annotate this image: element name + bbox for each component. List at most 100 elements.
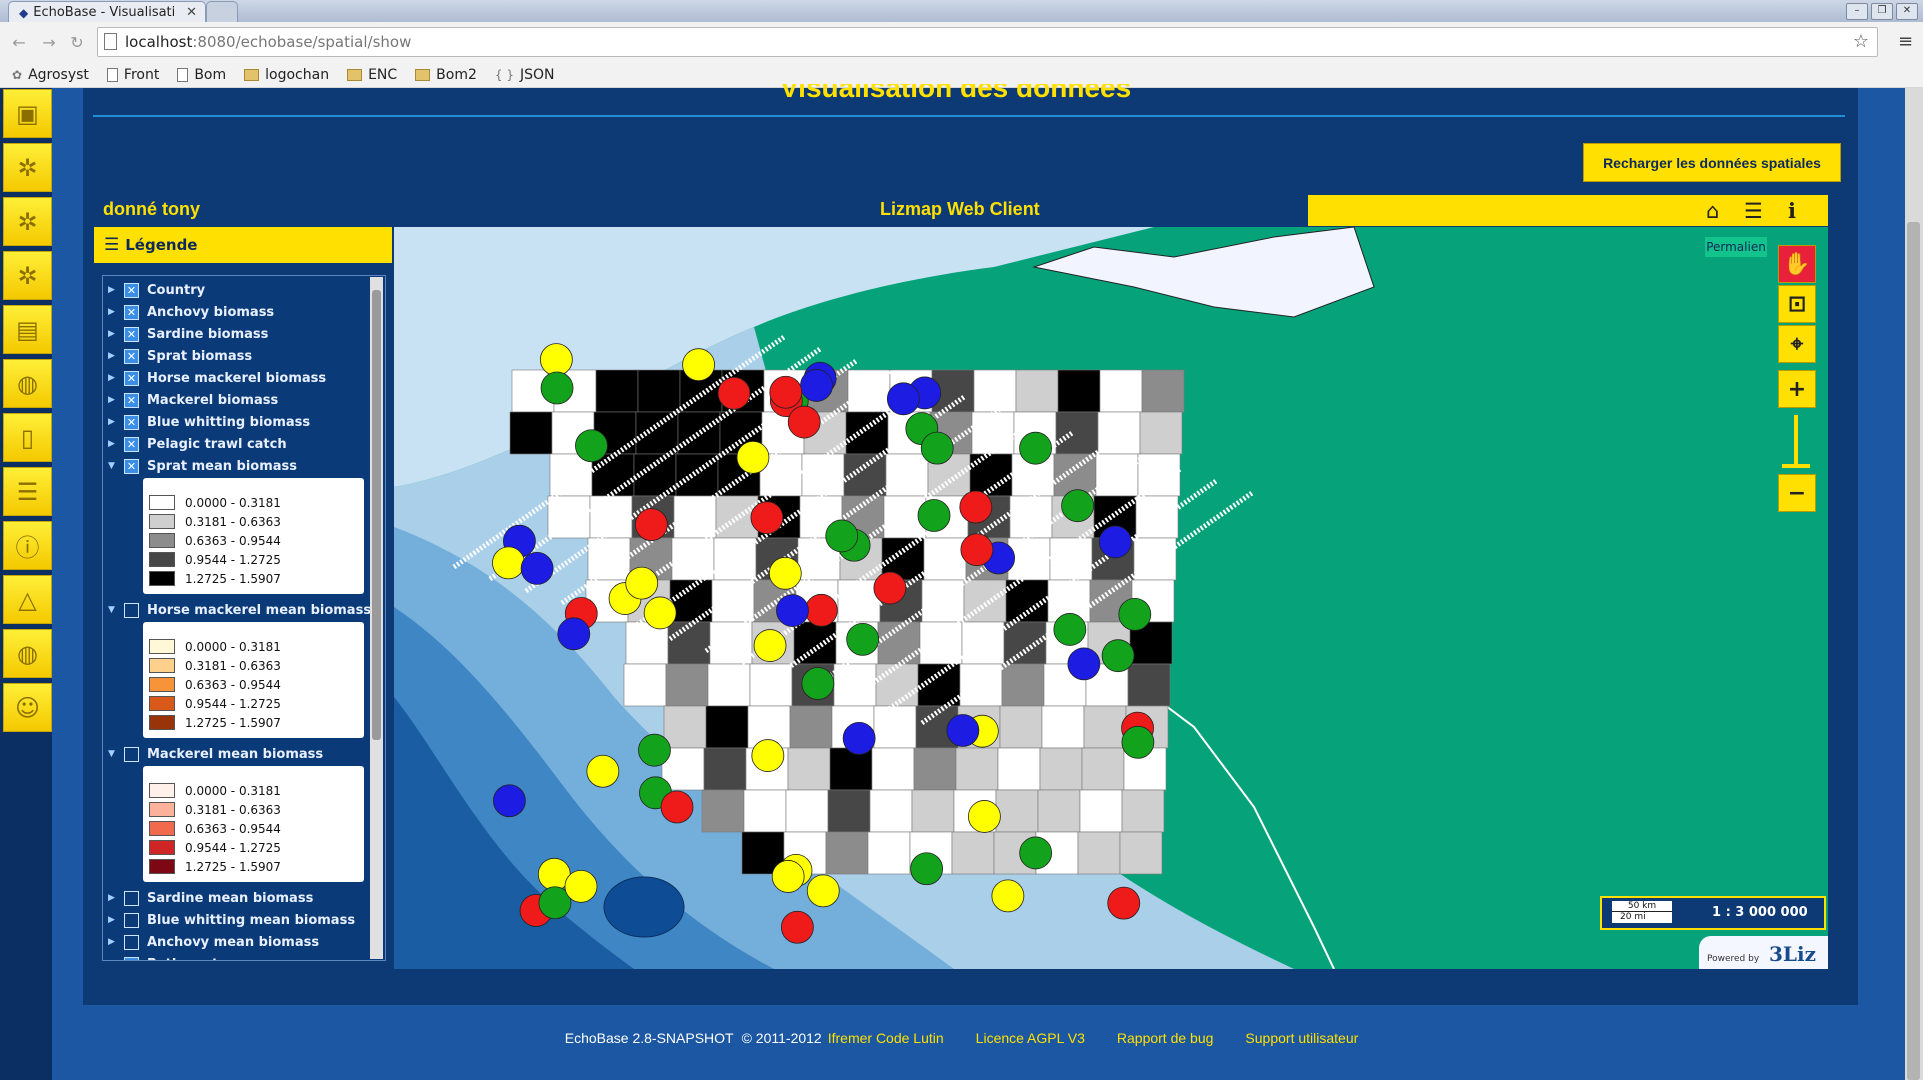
bookmark-star-icon[interactable]: ☆ <box>1853 31 1869 52</box>
catch-pie[interactable] <box>946 714 980 747</box>
catch-pie[interactable] <box>1098 525 1132 559</box>
layer-checkbox[interactable] <box>124 912 139 928</box>
catch-pie[interactable] <box>638 733 671 767</box>
catch-pie[interactable] <box>634 508 668 542</box>
sidebar-globe-icon[interactable]: ◍ <box>3 359 52 408</box>
catch-pie[interactable] <box>825 519 859 553</box>
layers-list-icon[interactable]: ☰ <box>1744 199 1763 223</box>
sidebar-list-icon[interactable]: ☰ <box>3 467 52 516</box>
catch-pie[interactable] <box>717 376 751 410</box>
sidebar-info-icon[interactable]: ⓘ <box>3 521 52 570</box>
catch-pie[interactable] <box>575 429 608 463</box>
collapse-arrow-icon[interactable]: ▼ <box>108 749 118 759</box>
catch-pie[interactable] <box>1121 725 1155 759</box>
catch-pie[interactable] <box>736 440 770 474</box>
sidebar-clipboard-icon[interactable]: ▯ <box>3 413 52 462</box>
catch-pie[interactable] <box>520 552 554 585</box>
layer-checkbox[interactable]: ✕ <box>124 956 139 960</box>
catch-pie[interactable] <box>1107 886 1141 920</box>
legend-layer-row[interactable]: ▼ ✕ Sprat mean biomass <box>103 455 297 477</box>
expand-arrow-icon[interactable]: ▶ <box>108 307 118 317</box>
reload-icon[interactable]: ↻ <box>66 32 88 54</box>
legend-scroll-thumb[interactable] <box>372 290 381 740</box>
layer-checkbox[interactable]: ✕ <box>124 370 139 386</box>
catch-pie[interactable] <box>801 667 835 700</box>
legend-layer-row[interactable]: ▶ ✕ Anchovy biomass <box>103 301 274 323</box>
catch-pie[interactable] <box>920 431 954 465</box>
zoom-in-button[interactable]: + <box>1778 370 1816 408</box>
zoom-slider-handle[interactable] <box>1782 464 1810 468</box>
support-link[interactable]: Support utilisateur <box>1245 1030 1358 1046</box>
legend-header[interactable]: ☰ Légende <box>94 227 392 263</box>
expand-arrow-icon[interactable]: ▶ <box>108 417 118 427</box>
maximize-button[interactable]: ❐ <box>1871 3 1893 20</box>
legend-layer-row[interactable]: ▶ Sardine mean biomass <box>103 887 313 909</box>
catch-pie[interactable] <box>787 405 821 439</box>
expand-arrow-icon[interactable]: ▶ <box>108 373 118 383</box>
catch-pie[interactable] <box>1101 639 1135 673</box>
catch-pie[interactable] <box>753 629 787 662</box>
sidebar-remove-icon[interactable]: ✲ <box>3 251 52 300</box>
catch-pie[interactable] <box>1061 489 1095 523</box>
tab-close-icon[interactable]: ✕ <box>186 5 197 20</box>
browser-tab[interactable]: ◆ EchoBase - Visualisati ✕ <box>8 1 206 23</box>
layer-checkbox[interactable]: ✕ <box>124 326 139 342</box>
browser-menu-icon[interactable]: ≡ <box>1898 31 1913 52</box>
bookmark-agrosyst[interactable]: ✿ Agrosyst <box>12 67 89 83</box>
catch-pie[interactable] <box>873 571 907 605</box>
legend-layer-row[interactable]: ▶ ✕ Country <box>103 279 205 301</box>
zoom-out-button[interactable]: − <box>1778 474 1816 512</box>
legend-layer-row[interactable]: ▶ ✕ Sprat biomass <box>103 345 252 367</box>
layer-checkbox[interactable] <box>124 934 139 950</box>
catch-pie[interactable] <box>842 721 876 755</box>
map-canvas[interactable] <box>394 227 1828 969</box>
catch-pie[interactable] <box>1019 836 1053 870</box>
legend-layer-row[interactable]: ▶ Anchovy mean biomass <box>103 931 319 953</box>
expand-arrow-icon[interactable]: ▶ <box>108 915 118 925</box>
layer-checkbox[interactable]: ✕ <box>124 458 139 474</box>
catch-pie[interactable] <box>586 754 620 788</box>
catch-pie[interactable] <box>540 371 574 405</box>
legend-layer-row[interactable]: ▼ ✕ Bathymetry <box>103 953 233 960</box>
catch-pie[interactable] <box>1118 597 1152 631</box>
catch-pie[interactable] <box>780 910 814 944</box>
layer-checkbox[interactable]: ✕ <box>124 414 139 430</box>
new-tab-button[interactable] <box>206 1 238 23</box>
expand-arrow-icon[interactable]: ▶ <box>108 329 118 339</box>
catch-pie[interactable] <box>493 784 526 818</box>
catch-pie[interactable] <box>917 499 951 532</box>
bookmark-bom2[interactable]: Bom2 <box>415 67 477 83</box>
legend-layer-row[interactable]: ▼ Mackerel mean biomass <box>103 743 323 765</box>
expand-arrow-icon[interactable]: ▶ <box>108 937 118 947</box>
legend-layer-row[interactable]: ▶ ✕ Mackerel biomass <box>103 389 278 411</box>
catch-pie[interactable] <box>1053 613 1087 646</box>
layer-checkbox[interactable] <box>124 746 139 762</box>
layer-checkbox[interactable] <box>124 890 139 906</box>
sidebar-import-icon[interactable]: ✲ <box>3 197 52 246</box>
catch-pie[interactable] <box>960 533 994 567</box>
reload-spatial-data-button[interactable]: Recharger les données spatiales <box>1583 143 1841 182</box>
window-close-button[interactable]: ✕ <box>1896 3 1918 20</box>
sidebar-home-icon[interactable]: ▣ <box>3 89 52 138</box>
layer-checkbox[interactable]: ✕ <box>124 436 139 452</box>
zoom-slider-track[interactable] <box>1794 415 1798 465</box>
legend-layer-row[interactable]: ▶ Blue whitting mean biomass <box>103 909 355 931</box>
address-bar[interactable]: localhost:8080/echobase/spatial/show ☆ <box>97 27 1878 57</box>
catch-pie[interactable] <box>557 617 591 651</box>
catch-pie[interactable] <box>769 375 803 409</box>
page-scroll-thumb[interactable] <box>1907 222 1920 1080</box>
catch-pie[interactable] <box>800 369 833 402</box>
powered-by[interactable]: Powered by 3Liz <box>1699 936 1828 969</box>
legend-layer-row[interactable]: ▶ ✕ Pelagic trawl catch <box>103 433 287 455</box>
legend-layer-row[interactable]: ▶ ✕ Sardine biomass <box>103 323 268 345</box>
catch-pie[interactable] <box>750 501 784 535</box>
legend-layer-row[interactable]: ▶ ✕ Horse mackerel biomass <box>103 367 326 389</box>
catch-pie[interactable] <box>804 593 838 627</box>
catch-pie[interactable] <box>806 874 840 908</box>
catch-pie[interactable] <box>625 566 659 600</box>
catch-pie[interactable] <box>1067 647 1101 681</box>
layer-checkbox[interactable]: ✕ <box>124 304 139 320</box>
catch-pie[interactable] <box>959 490 993 524</box>
legend-layer-row[interactable]: ▼ Horse mackerel mean biomass <box>103 599 371 621</box>
sidebar-card-icon[interactable]: ▤ <box>3 305 52 354</box>
